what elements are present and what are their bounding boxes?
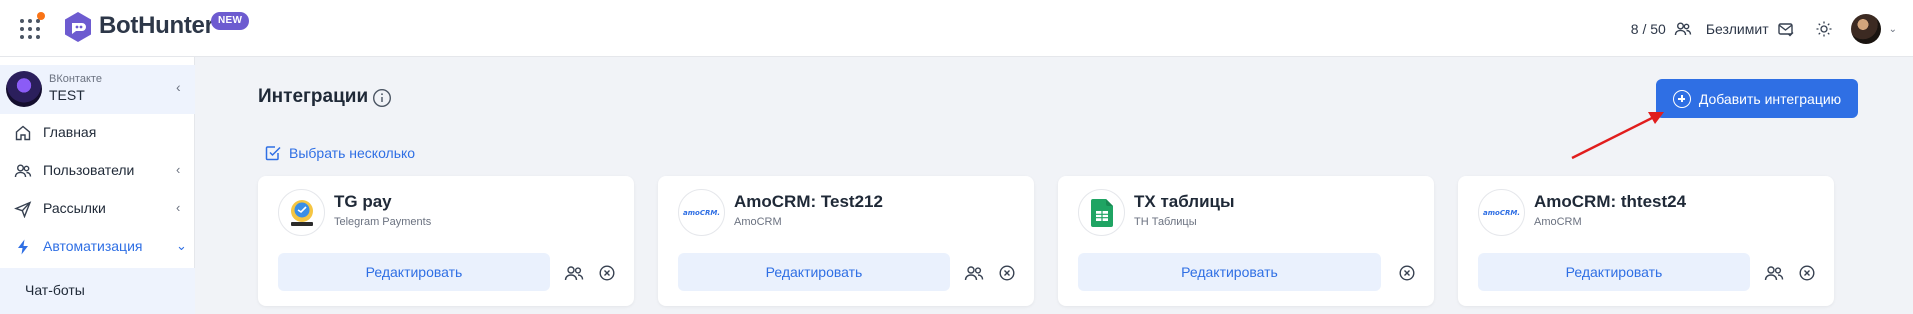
mail-check-icon[interactable] — [1777, 20, 1795, 38]
sidebar-item-automation[interactable]: Автоматизация ⌄ — [0, 227, 195, 265]
amocrm-logo: amoCRM. — [678, 189, 725, 236]
users-icon — [1674, 20, 1692, 38]
select-multiple-button[interactable]: Выбрать несколько — [265, 143, 415, 163]
theme-sun-icon[interactable] — [1815, 20, 1833, 38]
chevron-left-icon: ‹ — [176, 200, 181, 215]
integration-card: TX таблицы TH Таблицы Редактировать — [1058, 176, 1434, 306]
chevron-down-icon[interactable]: ⌄ — [1889, 24, 1897, 35]
checkbox-check-icon — [265, 146, 281, 161]
users-icon[interactable] — [964, 263, 984, 283]
sidebar-item-label: Пользователи — [43, 162, 135, 178]
edit-button[interactable]: Редактировать — [1078, 253, 1381, 291]
sidebar-item-label: Главная — [43, 124, 97, 140]
edit-button[interactable]: Редактировать — [1478, 253, 1750, 291]
top-bar: BotHunter NEW 8 / 50 Безлимит ⌄ — [0, 0, 1913, 57]
close-circle-icon[interactable] — [1397, 263, 1417, 283]
info-icon[interactable] — [372, 88, 392, 108]
close-circle-icon[interactable] — [597, 263, 617, 283]
users-icon[interactable] — [564, 263, 584, 283]
red-arrow-annotation-icon — [1571, 112, 1664, 160]
new-badge: NEW — [211, 12, 250, 30]
users-icon — [14, 164, 32, 178]
sidebar-item-users[interactable]: Пользователи ‹ — [0, 151, 195, 189]
chevron-left-icon: ‹ — [176, 162, 181, 177]
sidebar-item-mailings[interactable]: Рассылки ‹ — [0, 189, 195, 227]
top-right-controls: 8 / 50 Безлимит ⌄ — [1631, 14, 1897, 44]
account-avatar — [6, 71, 42, 107]
card-title: AmoCRM: thtest24 — [1534, 192, 1687, 211]
bothunter-logo-icon[interactable] — [62, 11, 94, 43]
card-subtitle: TH Таблицы — [1134, 216, 1197, 228]
close-circle-icon[interactable] — [997, 263, 1017, 283]
tg-pay-logo — [278, 189, 325, 236]
close-circle-icon[interactable] — [1797, 263, 1817, 283]
card-title: AmoCRM: Test212 — [734, 192, 883, 211]
account-network: ВКонтакте — [49, 73, 102, 85]
card-title: TX таблицы — [1134, 192, 1235, 211]
integration-card: amoCRM. AmoCRM: thtest24 AmoCRM Редактир… — [1458, 176, 1834, 306]
edit-button[interactable]: Редактировать — [278, 253, 550, 291]
user-count: 8 / 50 — [1630, 21, 1666, 37]
chevron-down-icon: ⌄ — [176, 238, 187, 253]
limit-label[interactable]: Безлимит — [1706, 21, 1769, 37]
card-subtitle: AmoCRM — [734, 216, 782, 228]
send-icon — [14, 201, 32, 218]
card-subtitle: Telegram Payments — [334, 216, 432, 228]
notification-dot — [37, 12, 45, 20]
add-integration-label: Добавить интеграцию — [1698, 90, 1842, 107]
select-multiple-label: Выбрать несколько — [289, 145, 416, 161]
integration-card: TG pay Telegram Payments Редактировать — [258, 176, 634, 306]
edit-button[interactable]: Редактировать — [678, 253, 950, 291]
integration-card: amoCRM. AmoCRM: Test212 AmoCRM Редактиро… — [658, 176, 1034, 306]
sidebar-subitem-label: Чат-боты — [25, 282, 85, 298]
amocrm-logo: amoCRM. — [1478, 189, 1525, 236]
sidebar-item-label: Автоматизация — [43, 238, 143, 254]
google-sheets-logo — [1078, 189, 1125, 236]
account-name: TEST — [49, 87, 85, 103]
card-title: TG pay — [334, 192, 392, 211]
add-integration-button[interactable]: Добавить интеграцию — [1656, 79, 1858, 118]
users-icon[interactable] — [1764, 263, 1784, 283]
account-switcher[interactable]: ВКонтакте TEST ‹ — [0, 65, 195, 114]
sidebar-item-home[interactable]: Главная — [0, 113, 195, 151]
sidebar-item-label: Рассылки — [43, 200, 106, 216]
apps-grid-icon[interactable] — [19, 18, 41, 40]
brand-name[interactable]: BotHunter — [99, 12, 214, 40]
lightning-icon — [18, 239, 28, 255]
plus-circle-icon — [1672, 89, 1691, 108]
chevron-left-icon: ‹ — [176, 79, 181, 95]
page-title: Интеграции — [258, 86, 369, 107]
sidebar-subitem-chatbots[interactable]: Чат-боты — [0, 268, 195, 314]
sidebar: ВКонтакте TEST ‹ Главная Пользователи ‹ … — [0, 57, 195, 314]
card-subtitle: AmoCRM — [1534, 216, 1582, 228]
home-icon — [15, 125, 31, 141]
user-avatar[interactable] — [1850, 14, 1881, 44]
